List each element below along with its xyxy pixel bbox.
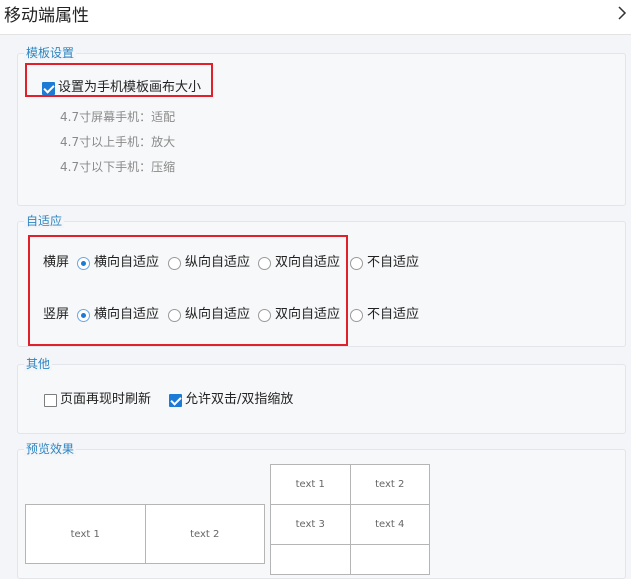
refresh-label: 页面再现时刷新 — [60, 392, 152, 407]
landscape-none-label[interactable]: 不自适应 — [367, 255, 419, 271]
portrait-cell: text 4 — [349, 504, 430, 545]
other-legend: 其他 — [24, 357, 53, 371]
portrait-preview-grid: text 1 text 2 text 3 text 4 — [270, 464, 430, 575]
title-bar: 移动端属性 — [0, 0, 631, 35]
adaptive-legend: 自适应 — [24, 214, 65, 228]
hint-fit: 4.7寸屏幕手机：适配 — [60, 110, 176, 124]
refresh-checkbox[interactable] — [44, 394, 57, 407]
landscape-cell: text 2 — [144, 504, 265, 564]
zoom-checkbox[interactable] — [169, 394, 182, 407]
portrait-radio-none[interactable] — [350, 309, 363, 322]
portrait-cell-empty — [349, 544, 430, 575]
portrait-cell-empty — [270, 544, 351, 575]
zoom-label: 允许双击/双指缩放 — [185, 392, 294, 407]
landscape-preview-grid: text 1 text 2 — [25, 504, 265, 564]
close-icon[interactable] — [614, 4, 630, 22]
portrait-cell: text 2 — [349, 464, 430, 505]
hint-shrink: 4.7寸以下手机：压缩 — [60, 160, 176, 174]
dialog-title: 移动端属性 — [4, 6, 89, 26]
preview-legend: 预览效果 — [24, 442, 77, 456]
landscape-radio-none[interactable] — [350, 257, 363, 270]
hint-enlarge: 4.7寸以上手机：放大 — [60, 135, 176, 149]
template-settings-legend: 模板设置 — [24, 46, 77, 60]
adaptive-highlight-box — [28, 235, 348, 346]
template-highlight-box — [25, 63, 213, 97]
landscape-cell: text 1 — [25, 504, 146, 564]
portrait-cell: text 3 — [270, 504, 351, 545]
portrait-none-label[interactable]: 不自适应 — [367, 307, 419, 323]
portrait-cell: text 1 — [270, 464, 351, 505]
